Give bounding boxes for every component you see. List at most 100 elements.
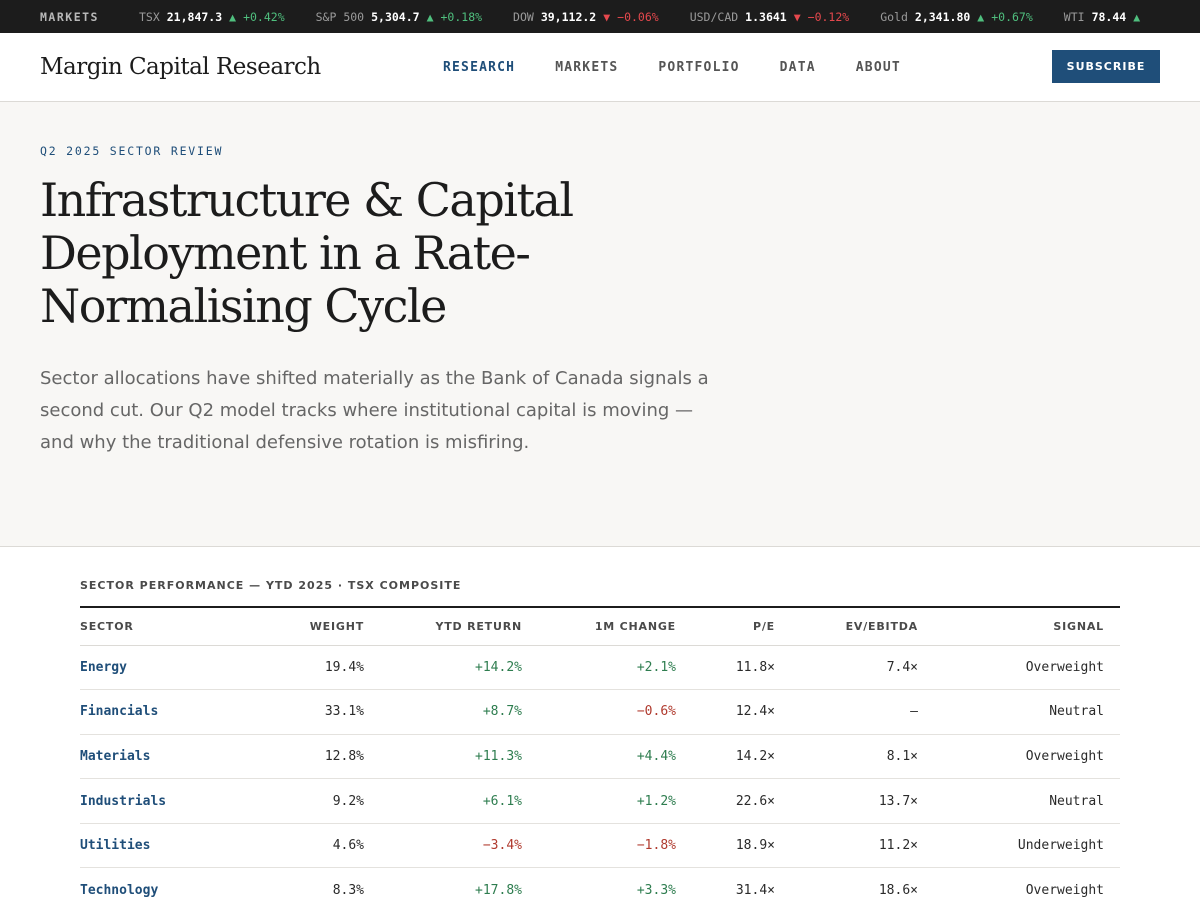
ticker-symbol: TSX (138, 9, 160, 24)
pe-cell: 11.8× (676, 645, 775, 691)
table-row[interactable]: Utilities 4.6% −3.4% −1.8% 18.9× 11.2× Underwe… (80, 823, 1120, 869)
1m-change-cell: +2.1% (522, 645, 676, 691)
signal-cell: Underweight (918, 823, 1120, 869)
table-header-row: SECTOR WEIGHT YTD RETURN 1M CHANGE P/E E… (80, 607, 1120, 646)
ticker-change: +0.18% (440, 9, 483, 24)
pe-cell: 31.4× (676, 867, 775, 900)
signal-cell: Overweight (918, 645, 1120, 691)
ev-ebitda-cell: 13.7× (775, 778, 918, 824)
weight-cell: 33.1% (260, 689, 364, 735)
hero-eyebrow: Q2 2025 SECTOR REVIEW (40, 144, 224, 158)
ticker-change: +0.67% (991, 9, 1033, 24)
ticker-item: Gold 2,341.80 ▲ +0.67% (880, 10, 1033, 24)
signal-cell: Overweight (918, 867, 1120, 900)
nav-data[interactable]: DATA (780, 60, 816, 75)
ticker-value: 39,112.2 (540, 9, 597, 24)
signal-cell: Neutral (918, 689, 1120, 735)
ticker-symbol: DOW (513, 9, 534, 24)
header-ytd-return: YTD RETURN (364, 607, 522, 646)
ytd-return-cell: −3.4% (364, 823, 522, 869)
ytd-return-cell: +8.7% (364, 689, 522, 735)
main-nav: RESEARCH MARKETS PORTFOLIO DATA ABOUT (443, 33, 941, 101)
ytd-return-cell: +17.8% (364, 867, 522, 900)
arrow-up-icon: ▲ (229, 9, 237, 24)
ticker-symbol: USD/CAD (689, 9, 739, 24)
sector-performance-section: SECTOR PERFORMANCE — YTD 2025 · TSX COMP… (0, 547, 1200, 900)
hero: Q2 2025 SECTOR REVIEW Infrastructure & C… (0, 102, 1200, 547)
ticker-item: TSX 21,847.3 ▲ +0.42% (139, 10, 285, 24)
1m-change-cell: +3.3% (522, 867, 676, 900)
pe-cell: 14.2× (676, 734, 775, 780)
sector-name[interactable]: Energy (80, 645, 260, 691)
signal-cell: Neutral (918, 778, 1120, 824)
header-pe: P/E (676, 607, 775, 646)
ticker-change: −0.12% (807, 9, 850, 24)
sector-name[interactable]: Utilities (80, 823, 260, 869)
pe-cell: 18.9× (676, 823, 775, 869)
ytd-return-cell: +14.2% (364, 645, 522, 691)
signal-cell: Overweight (918, 734, 1120, 780)
arrow-up-icon: ▲ (426, 9, 434, 24)
header-weight: WEIGHT (260, 607, 364, 646)
ticker-label: MARKETS (40, 9, 99, 24)
ev-ebitda-cell: 7.4× (775, 645, 918, 691)
hero-title: Infrastructure & Capital Deployment in a… (40, 173, 574, 333)
table-row[interactable]: Financials 33.1% +8.7% −0.6% 12.4× — Neutral (80, 689, 1120, 735)
arrow-down-icon: ▼ (603, 9, 611, 24)
sector-name[interactable]: Financials (80, 689, 260, 735)
ticker-value: 21,847.3 (166, 9, 223, 24)
ticker-change: +0.42% (243, 9, 285, 24)
ticker-items: TSX 21,847.3 ▲ +0.42% S&P 500 5,304.7 ▲ +0.18% D… (139, 10, 1171, 24)
sector-name[interactable]: Technology (80, 867, 260, 900)
nav-about[interactable]: ABOUT (856, 60, 901, 75)
site-header: Margin Capital Research RESEARCH MARKETS P… (0, 33, 1200, 102)
arrow-down-icon: ▼ (793, 9, 801, 24)
ticker-item: S&P 500 5,304.7 ▲ +0.18% (316, 10, 482, 24)
nav-research[interactable]: RESEARCH (443, 60, 515, 75)
table-row[interactable]: Technology 8.3% +17.8% +3.3% 31.4× 18.6× Overw… (80, 867, 1120, 900)
ticker-value: 78.44 (1091, 9, 1127, 24)
ev-ebitda-cell: 11.2× (775, 823, 918, 869)
table-row[interactable]: Industrials 9.2% +6.1% +1.2% 22.6× 13.7× Neutr… (80, 778, 1120, 824)
hero-lede: Sector allocations have shifted material… (40, 368, 709, 453)
site-logo[interactable]: Margin Capital Research (40, 54, 321, 80)
header-1m-change: 1M CHANGE (522, 607, 676, 646)
1m-change-cell: +4.4% (522, 734, 676, 780)
header-sector: SECTOR (80, 607, 260, 646)
arrow-up-icon: ▲ (977, 9, 985, 24)
1m-change-cell: −1.8% (522, 823, 676, 869)
ticker-item: USD/CAD 1.3641 ▼ −0.12% (690, 10, 850, 24)
arrow-up-icon: ▲ (1133, 9, 1141, 24)
sector-name[interactable]: Industrials (80, 778, 260, 824)
weight-cell: 19.4% (260, 645, 364, 691)
ev-ebitda-cell: — (775, 689, 918, 735)
header-signal: SIGNAL (918, 607, 1120, 646)
ticker-symbol: Gold (880, 9, 908, 24)
ticker-item: WTI 78.44 ▲ (1064, 10, 1140, 24)
subscribe-button[interactable]: SUBSCRIBE (1052, 50, 1160, 83)
ticker-symbol: S&P 500 (315, 9, 365, 24)
ticker-item: DOW 39,112.2 ▼ −0.06% (513, 10, 659, 24)
table-row[interactable]: Materials 12.8% +11.3% +4.4% 14.2× 8.1× Overwe… (80, 734, 1120, 780)
1m-change-cell: +1.2% (522, 778, 676, 824)
ticker-value: 5,304.7 (371, 9, 420, 24)
nav-markets[interactable]: MARKETS (555, 60, 618, 75)
ev-ebitda-cell: 18.6× (775, 867, 918, 900)
weight-cell: 8.3% (260, 867, 364, 900)
sector-rows: Energy 19.4% +14.2% +2.1% 11.8× 7.4× Overweigh… (80, 645, 1120, 900)
weight-cell: 12.8% (260, 734, 364, 780)
sector-name[interactable]: Materials (80, 734, 260, 780)
table-row[interactable]: Energy 19.4% +14.2% +2.1% 11.8× 7.4× Overweigh… (80, 645, 1120, 691)
header-ev-ebitda: EV/EBITDA (775, 607, 918, 646)
ticker-symbol: WTI (1063, 9, 1085, 24)
ticker-value: 1.3641 (745, 9, 787, 24)
ytd-return-cell: +6.1% (364, 778, 522, 824)
market-ticker: MARKETS TSX 21,847.3 ▲ +0.42% S&P 500 5,304.7… (0, 0, 1200, 33)
table-caption: SECTOR PERFORMANCE — YTD 2025 · TSX COMP… (80, 579, 462, 592)
nav-portfolio[interactable]: PORTFOLIO (658, 60, 739, 75)
pe-cell: 12.4× (676, 689, 775, 735)
ev-ebitda-cell: 8.1× (775, 734, 918, 780)
ytd-return-cell: +11.3% (364, 734, 522, 780)
weight-cell: 4.6% (260, 823, 364, 869)
ticker-change: −0.06% (617, 9, 659, 24)
